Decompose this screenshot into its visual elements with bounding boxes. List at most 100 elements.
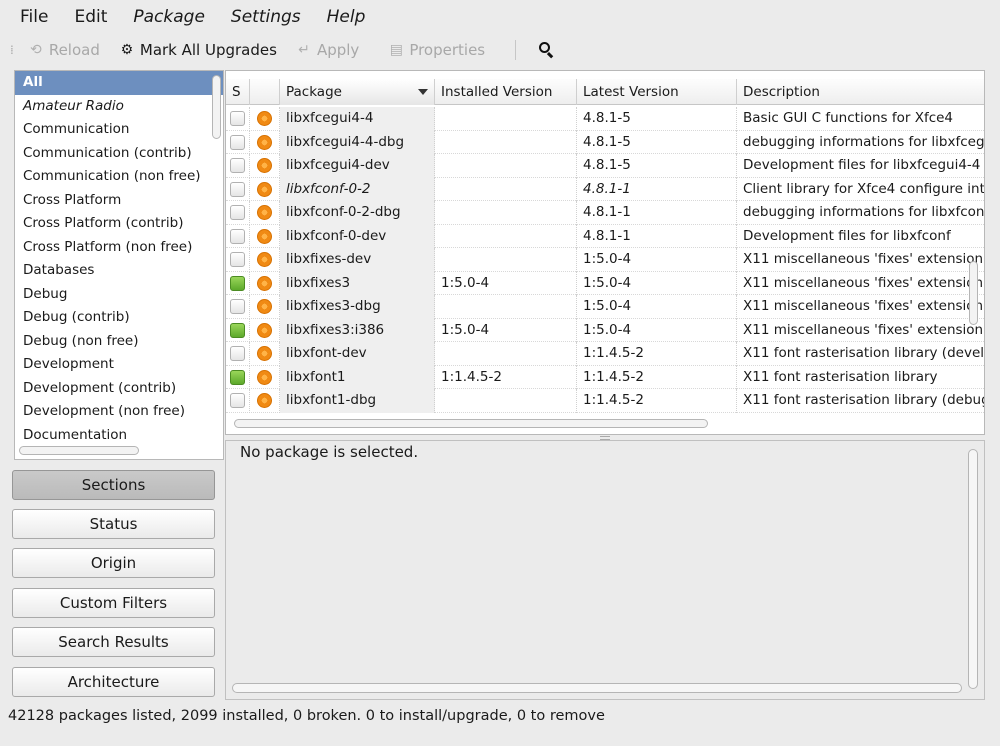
- status-button[interactable]: Status: [12, 509, 215, 539]
- search-icon[interactable]: [538, 41, 556, 59]
- section-item[interactable]: Documentation: [15, 424, 223, 448]
- table-row[interactable]: libxfconf-0-dev 4.8.1-1 Development files …: [226, 224, 984, 248]
- section-item[interactable]: Debug: [15, 283, 223, 307]
- table-vertical-scrollbar[interactable]: [969, 261, 978, 325]
- not-installed-checkbox[interactable]: [230, 393, 245, 409]
- section-item[interactable]: Cross Platform: [15, 189, 223, 213]
- latest-version-cell: 4.8.1-5: [577, 107, 737, 131]
- sections-list[interactable]: All Amateur Radio Communication Communicati…: [14, 70, 224, 460]
- section-item[interactable]: Development (contrib): [15, 377, 223, 401]
- not-installed-checkbox[interactable]: [230, 346, 245, 362]
- package-name-cell: libxfconf-0-dev: [280, 224, 435, 248]
- search-results-button[interactable]: Search Results: [12, 627, 215, 657]
- not-installed-checkbox[interactable]: [230, 228, 245, 244]
- latest-version-cell: 4.8.1-1: [577, 177, 737, 201]
- properties-button[interactable]: ▤ Properties: [387, 41, 485, 59]
- toolbar: ⁞ ⟲ Reload ⚙ Mark All Upgrades ↵ Apply ▤…: [0, 34, 1000, 66]
- table-row[interactable]: libxfixes3 1:5.0-4 1:5.0-4 X11 miscellaneou…: [226, 271, 984, 295]
- menu-settings[interactable]: Settings: [231, 7, 301, 27]
- not-installed-checkbox[interactable]: [230, 181, 245, 197]
- not-installed-checkbox[interactable]: [230, 205, 245, 221]
- installed-version-cell: [435, 177, 577, 201]
- not-installed-checkbox[interactable]: [230, 252, 245, 268]
- installed-checkbox[interactable]: [230, 322, 245, 338]
- section-item[interactable]: Cross Platform (contrib): [15, 212, 223, 236]
- sections-vertical-scrollbar[interactable]: [212, 75, 221, 139]
- section-item[interactable]: Communication: [15, 118, 223, 142]
- support-cell: [250, 318, 280, 342]
- support-cell: [250, 154, 280, 178]
- sections-button[interactable]: Sections: [12, 470, 215, 500]
- description-cell: X11 font rasterisation library (developm…: [737, 342, 984, 366]
- mark-all-upgrades-label: Mark All Upgrades: [139, 41, 277, 59]
- section-item[interactable]: Communication (non free): [15, 165, 223, 189]
- table-row[interactable]: libxfcegui4-4-dbg 4.8.1-5 debugging inform…: [226, 130, 984, 155]
- details-horizontal-scrollbar[interactable]: [232, 683, 962, 693]
- origin-button[interactable]: Origin: [12, 548, 215, 578]
- table-row[interactable]: libxfixes-dev 1:5.0-4 X11 miscellaneous 'f…: [226, 248, 984, 272]
- column-installed-version[interactable]: Installed Version: [435, 79, 577, 105]
- installed-version-cell: 1:5.0-4: [435, 318, 577, 342]
- reload-button[interactable]: ⟲ Reload: [27, 41, 100, 59]
- section-item[interactable]: Development: [15, 353, 223, 377]
- details-vertical-scrollbar[interactable]: [968, 449, 978, 689]
- table-row[interactable]: libxfont-dev 1:1.4.5-2 X11 font rasterisat…: [226, 342, 984, 366]
- latest-version-cell: 4.8.1-5: [577, 130, 737, 154]
- installed-version-cell: [435, 342, 577, 366]
- table-row[interactable]: libxfixes3:i386 1:5.0-4 1:5.0-4 X11 miscell…: [226, 318, 984, 342]
- table-horizontal-scrollbar[interactable]: [234, 419, 708, 428]
- section-item[interactable]: Amateur Radio: [15, 95, 223, 119]
- section-item[interactable]: All: [15, 71, 223, 95]
- table-row[interactable]: libxfixes3-dbg 1:5.0-4 X11 miscellaneous '…: [226, 295, 984, 319]
- architecture-button[interactable]: Architecture: [12, 667, 215, 697]
- supported-package-icon: [257, 393, 272, 409]
- column-support[interactable]: [250, 79, 280, 105]
- table-row[interactable]: libxfont1 1:1.4.5-2 1:1.4.5-2 X11 font rast…: [226, 365, 984, 389]
- not-installed-checkbox[interactable]: [230, 299, 245, 315]
- column-description[interactable]: Description: [737, 79, 984, 105]
- section-item[interactable]: Databases: [15, 259, 223, 283]
- section-item[interactable]: Cross Platform (non free): [15, 236, 223, 260]
- section-item[interactable]: Communication (contrib): [15, 142, 223, 166]
- table-row[interactable]: libxfconf-0-2-dbg 4.8.1-1 debugging inform…: [226, 201, 984, 225]
- table-row[interactable]: libxfcegui4-dev 4.8.1-5 Development files …: [226, 154, 984, 178]
- not-installed-checkbox[interactable]: [230, 111, 245, 127]
- installed-checkbox[interactable]: [230, 369, 245, 385]
- apply-button[interactable]: ↵ Apply: [295, 41, 359, 59]
- support-cell: [250, 177, 280, 201]
- description-cell: X11 miscellaneous 'fixes' extension libr…: [737, 295, 984, 319]
- menu-help[interactable]: Help: [327, 7, 366, 27]
- mark-all-upgrades-button[interactable]: ⚙ Mark All Upgrades: [118, 41, 277, 59]
- toolbar-grip-icon[interactable]: ⁞: [10, 43, 14, 57]
- status-cell: [226, 107, 250, 131]
- column-status[interactable]: S: [226, 79, 250, 105]
- table-row[interactable]: libxfcegui4-4 4.8.1-5 Basic GUI C function…: [226, 107, 984, 131]
- menu-file[interactable]: File: [20, 7, 48, 27]
- package-name-cell: libxfont-dev: [280, 342, 435, 366]
- section-item[interactable]: Debug (contrib): [15, 306, 223, 330]
- description-cell: debugging informations for libxfcegui4-4: [737, 131, 984, 155]
- column-latest-version[interactable]: Latest Version: [577, 79, 737, 105]
- table-row[interactable]: libxfont1-dbg 1:1.4.5-2 X11 font rasterisa…: [226, 389, 984, 413]
- column-package[interactable]: Package: [280, 79, 435, 105]
- sections-horizontal-scrollbar[interactable]: [19, 446, 139, 455]
- not-installed-checkbox[interactable]: [230, 134, 245, 150]
- section-item[interactable]: Debug (non free): [15, 330, 223, 354]
- custom-filters-button[interactable]: Custom Filters: [12, 588, 215, 618]
- not-installed-checkbox[interactable]: [230, 158, 245, 174]
- menu-edit[interactable]: Edit: [74, 7, 107, 27]
- package-table[interactable]: S Package Installed Version Latest Versi…: [225, 70, 985, 435]
- support-cell: [250, 201, 280, 225]
- section-item[interactable]: Development (non free): [15, 400, 223, 424]
- installed-version-cell: [435, 224, 577, 248]
- support-cell: [250, 365, 280, 389]
- package-name-cell: libxfcegui4-4-dbg: [280, 130, 435, 154]
- package-name-cell: libxfixes3:i386: [280, 318, 435, 342]
- table-row[interactable]: libxfconf-0-2 4.8.1-1 Client library for X…: [226, 177, 984, 201]
- menu-package[interactable]: Package: [133, 7, 205, 27]
- description-cell: Basic GUI C functions for Xfce4: [737, 107, 984, 131]
- installed-checkbox[interactable]: [230, 275, 245, 291]
- latest-version-cell: 1:5.0-4: [577, 295, 737, 319]
- installed-version-cell: [435, 295, 577, 319]
- supported-package-icon: [257, 275, 272, 291]
